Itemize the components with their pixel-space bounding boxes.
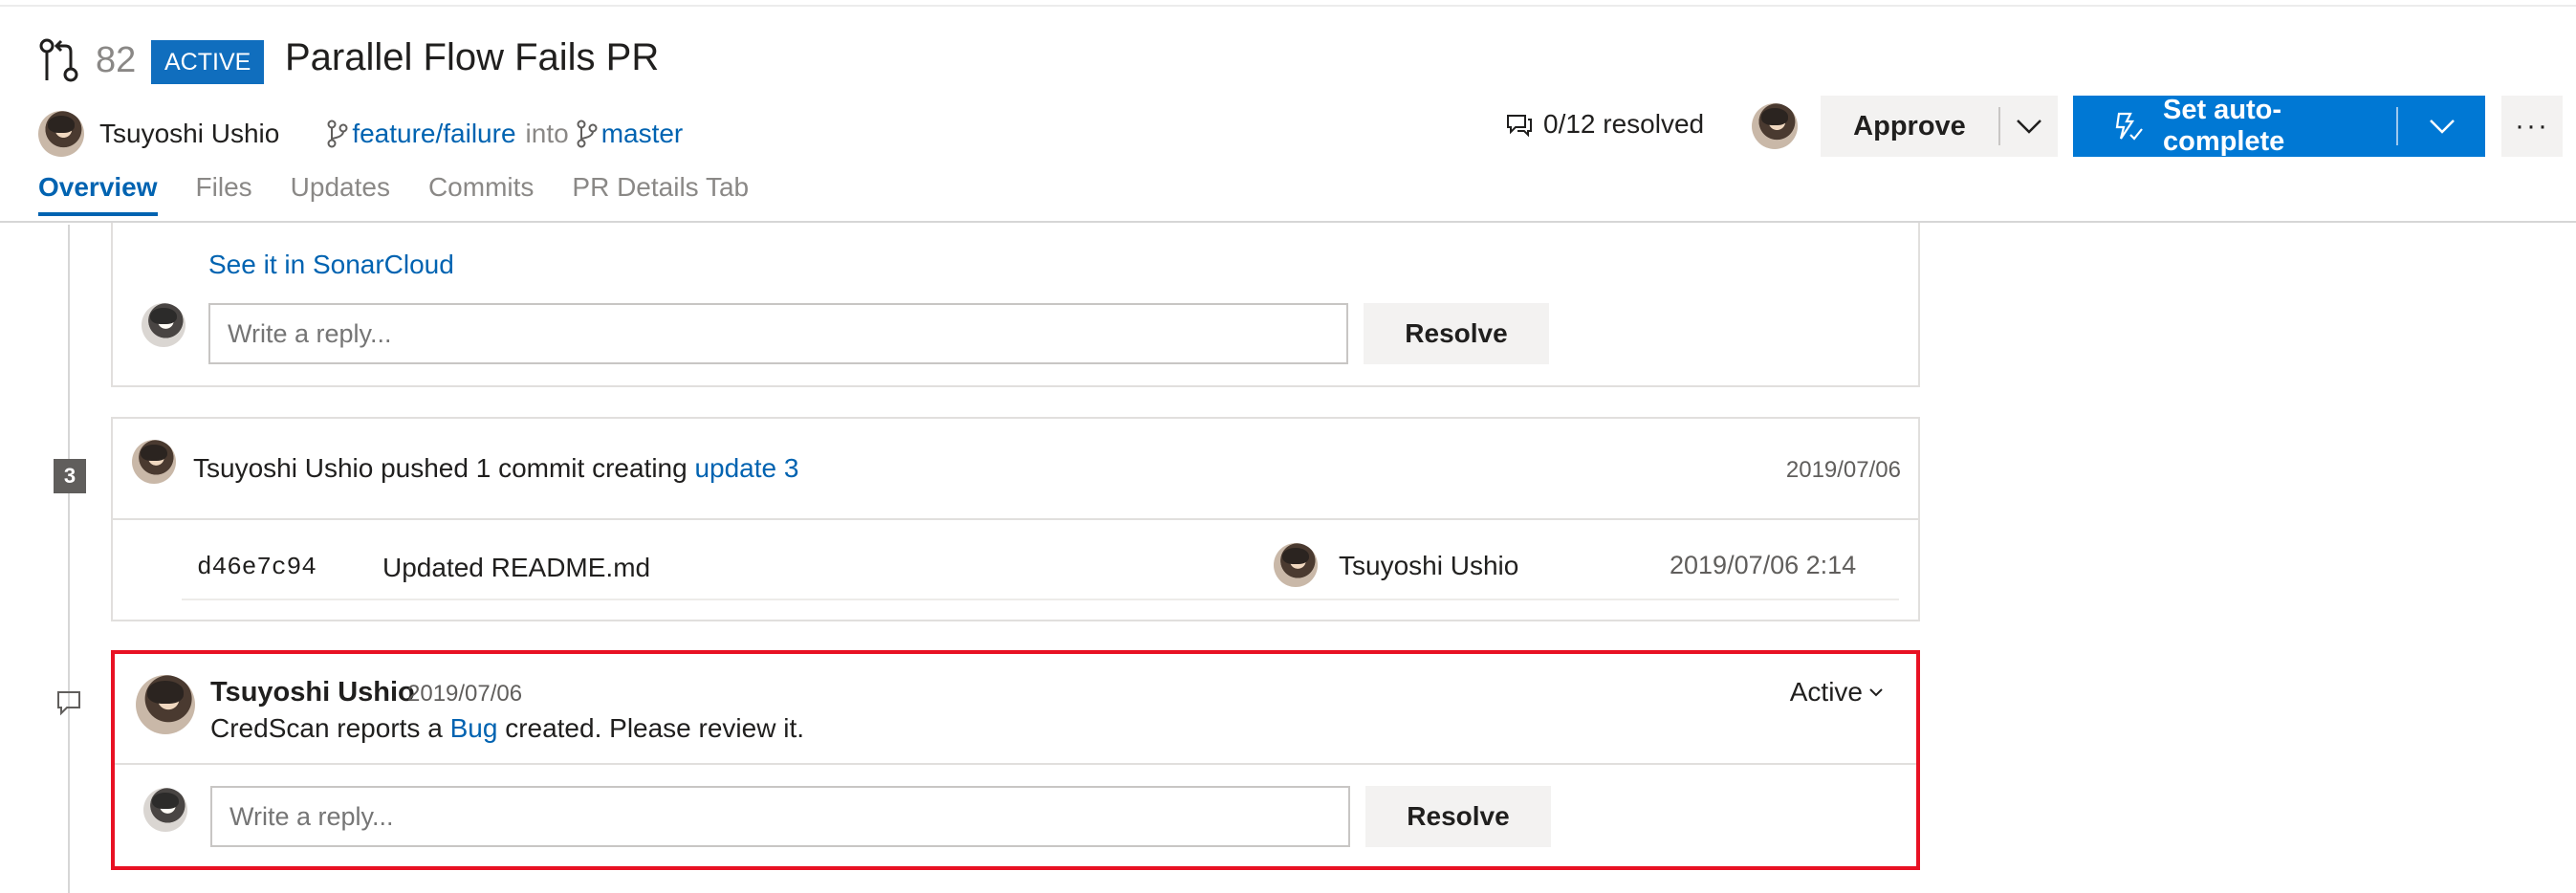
commit-author: Tsuyoshi Ushio (1339, 551, 1519, 580)
update-text: Tsuyoshi Ushio pushed 1 commit creating (193, 453, 688, 483)
tab-pr-details[interactable]: PR Details Tab (572, 172, 749, 203)
reply-avatar (143, 788, 187, 832)
reviewer-avatar[interactable] (1752, 103, 1798, 149)
resolved-label: 0/12 resolved (1543, 109, 1705, 139)
top-divider (0, 0, 2576, 7)
comment-author-avatar (136, 675, 195, 734)
pr-header: 82 ACTIVE Parallel Flow Fails PR Tsuyosh… (0, 0, 2576, 223)
more-actions-button[interactable]: ··· (2501, 96, 2563, 157)
chevron-down-icon (2429, 120, 2455, 134)
reply-avatar (142, 303, 186, 347)
comment-icon (1507, 115, 1532, 138)
thread-header: Tsuyoshi Ushio 2019/07/06 CredScan repor… (115, 654, 1916, 765)
auto-complete-menu-button[interactable] (2398, 118, 2485, 135)
pull-request-icon (39, 38, 78, 82)
highlighted-comment-thread: Tsuyoshi Ushio 2019/07/06 CredScan repor… (111, 650, 1920, 870)
tab-overview[interactable]: Overview (38, 172, 158, 216)
bug-link[interactable]: Bug (450, 713, 498, 743)
commit-hash[interactable]: d46e7c94 (197, 553, 317, 581)
update-card: Tsuyoshi Ushio pushed 1 commit creating … (111, 417, 1920, 621)
branch-icon (577, 120, 598, 148)
commit-author-avatar (1274, 543, 1318, 587)
pr-tabs: Overview Files Updates Commits PR Detail… (38, 172, 787, 216)
thread-status-dropdown[interactable]: Active (1790, 677, 1884, 708)
comment-text: CredScan reports a (210, 713, 443, 743)
thread-status-label: Active (1789, 677, 1863, 707)
author-avatar[interactable] (38, 111, 84, 157)
auto-complete-label: Set auto-complete (2163, 95, 2285, 157)
sonarcloud-link[interactable]: See it in SonarCloud (208, 250, 454, 280)
push-author-avatar (132, 440, 176, 484)
chevron-down-icon (1869, 688, 1883, 697)
target-branch-link[interactable]: master (601, 119, 684, 149)
commit-date: 2019/07/06 2:14 (1670, 551, 1857, 579)
comment-author: Tsuyoshi Ushio (210, 677, 415, 708)
update-number-badge: 3 (54, 459, 86, 493)
into-label: into (525, 119, 569, 148)
branch-icon (327, 120, 348, 148)
timeline-line (68, 225, 70, 893)
resolve-button[interactable]: Resolve (1364, 303, 1549, 364)
approve-label: Approve (1853, 110, 1966, 142)
tab-files[interactable]: Files (196, 172, 252, 203)
comment-icon (57, 691, 80, 716)
comment-date: 2019/07/06 (407, 681, 523, 707)
source-branch-link[interactable]: feature/failure (352, 119, 515, 149)
approve-menu-button[interactable] (2000, 118, 2058, 135)
comment-text: created. Please review it. (505, 713, 804, 743)
chevron-down-icon (2017, 120, 2041, 134)
status-badge: ACTIVE (151, 40, 265, 84)
update-description: Tsuyoshi Ushio pushed 1 commit creating … (193, 453, 798, 484)
reply-input[interactable] (210, 786, 1350, 847)
tab-updates[interactable]: Updates (291, 172, 390, 203)
set-auto-complete-button[interactable]: Set auto-complete (2073, 95, 2485, 157)
comment-thread: See it in SonarCloud Resolve (111, 223, 1920, 387)
update-header: Tsuyoshi Ushio pushed 1 commit creating … (113, 419, 1918, 520)
reply-input[interactable] (208, 303, 1348, 364)
page-title: Parallel Flow Fails PR (285, 36, 660, 78)
update-date: 2019/07/06 (1785, 457, 1901, 483)
update-link[interactable]: update 3 (694, 453, 798, 483)
auto-complete-icon (2115, 112, 2143, 141)
comment-body: CredScan reports a Bug created. Please r… (210, 713, 804, 744)
resolved-counter[interactable]: 0/12 resolved (1505, 109, 1704, 140)
commit-message[interactable]: Updated README.md (382, 553, 650, 583)
pr-id: 82 (96, 40, 137, 80)
resolve-button[interactable]: Resolve (1365, 786, 1551, 847)
approve-button[interactable]: Approve (1821, 96, 2058, 157)
author-name[interactable]: Tsuyoshi Ushio (99, 119, 279, 149)
commit-row[interactable]: d46e7c94 Updated README.md Tsuyoshi Ushi… (182, 534, 1899, 600)
tab-commits[interactable]: Commits (428, 172, 534, 203)
author-row: Tsuyoshi Ushio feature/failure into mast… (38, 107, 683, 161)
